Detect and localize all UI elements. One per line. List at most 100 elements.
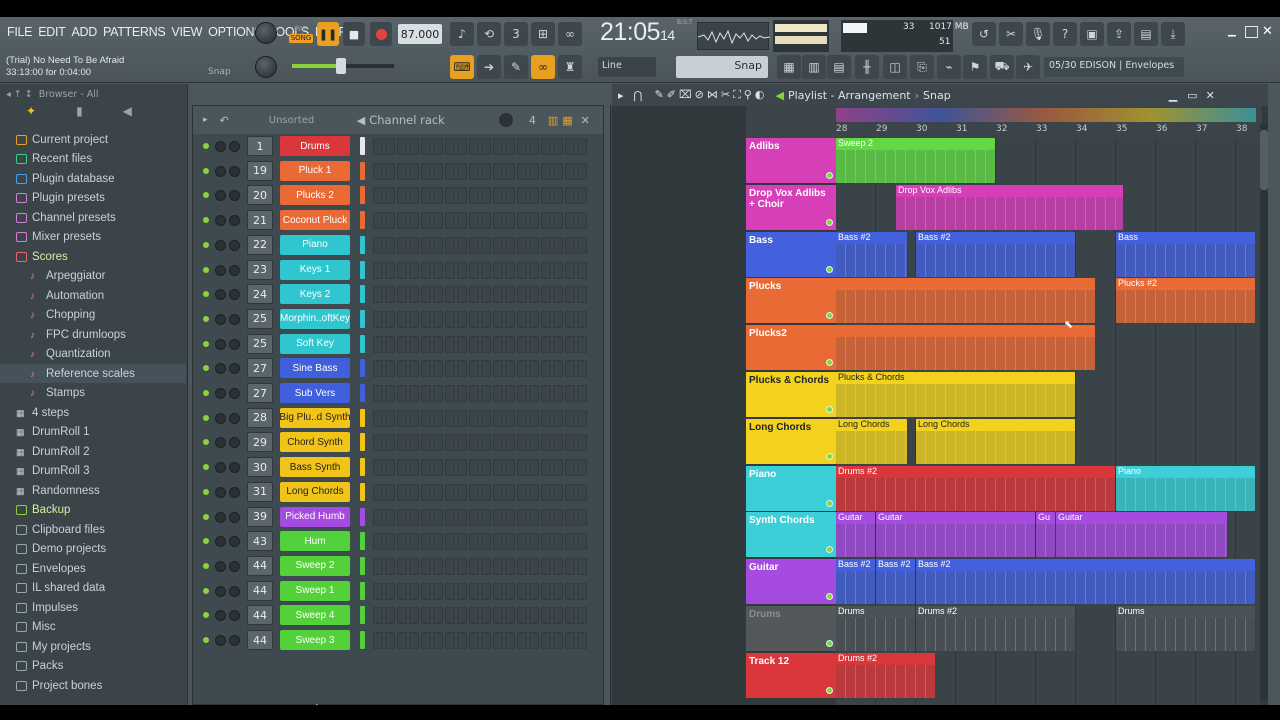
mixer-track-number[interactable]: 44 (247, 630, 273, 650)
channel-mute-led[interactable] (203, 192, 209, 199)
tempo-tapper-icon[interactable]: ⚑ (963, 55, 987, 79)
channel-button[interactable]: Long Chords (280, 481, 350, 502)
playlist-clip[interactable]: Drums #2 (836, 652, 935, 698)
volume-knob[interactable] (229, 289, 240, 301)
channel-button[interactable]: Chord Synth (280, 432, 350, 453)
step-sequencer[interactable] (373, 138, 587, 155)
window-restore-icon[interactable] (1245, 26, 1258, 38)
track-header[interactable]: Synth Chords (746, 512, 836, 558)
arrow-tool-icon[interactable]: ➔ (477, 55, 501, 79)
track-mute-led[interactable] (826, 172, 833, 179)
channel-button[interactable]: Piano (280, 234, 350, 255)
window-close-icon[interactable]: ✕ (1262, 24, 1273, 39)
rack-options-icon[interactable]: ▸ (203, 115, 208, 125)
browser-item[interactable]: ▦ DrumRoll 2 (0, 442, 186, 461)
track-header[interactable]: Drums (746, 606, 836, 651)
volume-knob[interactable] (229, 511, 240, 523)
channel-select-strip[interactable] (360, 408, 365, 427)
volume-knob[interactable] (229, 363, 240, 375)
pan-knob[interactable] (215, 412, 226, 424)
channel-select-strip[interactable] (360, 334, 365, 353)
playlist-scrollbar[interactable] (1260, 124, 1268, 699)
channel-button[interactable]: Pluck 1 (280, 160, 350, 181)
channel-button[interactable]: Drums (280, 136, 350, 156)
channel-mute-led[interactable] (203, 241, 209, 248)
channel-mute-led[interactable] (203, 513, 209, 520)
step-sequencer[interactable] (373, 434, 587, 452)
track-mute-led[interactable] (826, 359, 833, 367)
playlist-clip[interactable]: Piano (1116, 465, 1255, 511)
volume-knob[interactable] (229, 486, 240, 498)
channel-select-strip[interactable] (360, 384, 365, 402)
snap-value-select[interactable]: Snap (676, 56, 768, 78)
track-mute-led[interactable] (826, 452, 833, 460)
channel-button[interactable]: Keys 1 (280, 259, 350, 280)
volume-knob[interactable] (229, 635, 240, 646)
step-sequencer[interactable] (373, 459, 587, 477)
channel-select-strip[interactable] (360, 581, 365, 600)
playlist-clip[interactable]: Bass #2 (836, 231, 907, 277)
channel-select-strip[interactable] (360, 309, 365, 328)
mixer-track-number[interactable]: 29 (247, 432, 273, 453)
undo-icon[interactable]: ↺ (972, 22, 996, 46)
mixer-track-number[interactable]: 21 (247, 210, 273, 231)
browser-item[interactable]: ▦ Randomness (0, 481, 186, 500)
pan-knob[interactable] (215, 635, 226, 646)
channel-button[interactable]: Hum (280, 531, 350, 552)
browser-item[interactable]: Backup (0, 501, 186, 520)
volume-knob[interactable] (229, 536, 240, 548)
channel-mute-led[interactable] (203, 464, 209, 471)
tool-icons[interactable]: ✎✐⌧⊘⋈✂⛶⚲◐ (655, 88, 768, 102)
playlist-clip[interactable]: Long Chords (836, 418, 907, 464)
plugin-icon[interactable]: ⎘ (910, 55, 934, 79)
playlist-clip[interactable]: Guitar (1056, 512, 1227, 558)
playlist-clip[interactable]: Drop Vox Adlibs (896, 184, 1123, 230)
channel-mute-led[interactable] (203, 414, 209, 421)
pan-knob[interactable] (215, 462, 226, 474)
pan-knob[interactable] (215, 215, 226, 227)
channel-select-strip[interactable] (360, 556, 365, 575)
track-mute-led[interactable] (826, 640, 833, 647)
browser-item[interactable]: ♪ Stamps (0, 384, 186, 403)
track-header[interactable]: Plucks2 (746, 325, 836, 371)
track-header[interactable]: Plucks & Chords (746, 372, 836, 417)
pan-knob[interactable] (215, 264, 226, 276)
master-volume-slider[interactable] (292, 58, 394, 74)
browser-item[interactable]: ▦ 4 steps (0, 403, 186, 422)
track-header[interactable]: Adlibs (746, 138, 836, 183)
channel-mute-led[interactable] (203, 217, 209, 224)
step-sequencer[interactable] (373, 582, 587, 600)
playlist-clip[interactable]: Bass #2 (916, 231, 1075, 277)
channel-mute-led[interactable] (203, 365, 209, 372)
browser-item[interactable]: Scores (0, 247, 186, 266)
browser-item[interactable]: Recent files (0, 150, 186, 169)
channel-select-strip[interactable] (360, 631, 365, 649)
volume-knob[interactable] (229, 412, 240, 424)
channel-select-strip[interactable] (360, 260, 365, 279)
browser-item[interactable]: Channel presets (0, 208, 186, 227)
channel-select-strip[interactable] (360, 433, 365, 452)
pan-knob[interactable] (215, 536, 226, 548)
mixer-track-number[interactable]: 24 (247, 284, 273, 305)
playlist-clip[interactable] (836, 278, 1095, 324)
step-sequencer[interactable] (373, 508, 587, 526)
playlist-clip[interactable]: Drums #2 (916, 606, 1075, 651)
mixer-track-number[interactable]: 43 (247, 531, 273, 552)
typing-keyboard-icon[interactable]: ⌨ (450, 55, 474, 79)
piano-roll-icon[interactable]: ▥ (802, 55, 826, 79)
browser-item[interactable]: Demo projects (0, 540, 186, 559)
playlist-options-icon[interactable]: ▸ (618, 89, 624, 102)
track-mute-led[interactable] (826, 312, 833, 320)
browser-icon[interactable]: ◫ (883, 55, 907, 79)
browser-item[interactable]: ♪ Reference scales (0, 364, 186, 383)
pan-knob[interactable] (215, 141, 226, 152)
channel-mute-led[interactable] (203, 291, 209, 298)
channel-mute-led[interactable] (203, 390, 209, 396)
volume-knob[interactable] (229, 462, 240, 474)
channel-select-strip[interactable] (360, 507, 365, 526)
track-header[interactable]: Bass (746, 231, 836, 277)
volume-knob[interactable] (229, 313, 240, 325)
mixer-track-number[interactable]: 30 (247, 457, 273, 478)
wait-input-button[interactable]: ⟲ (477, 22, 501, 46)
render-icon[interactable]: ⇪ (1107, 22, 1131, 46)
